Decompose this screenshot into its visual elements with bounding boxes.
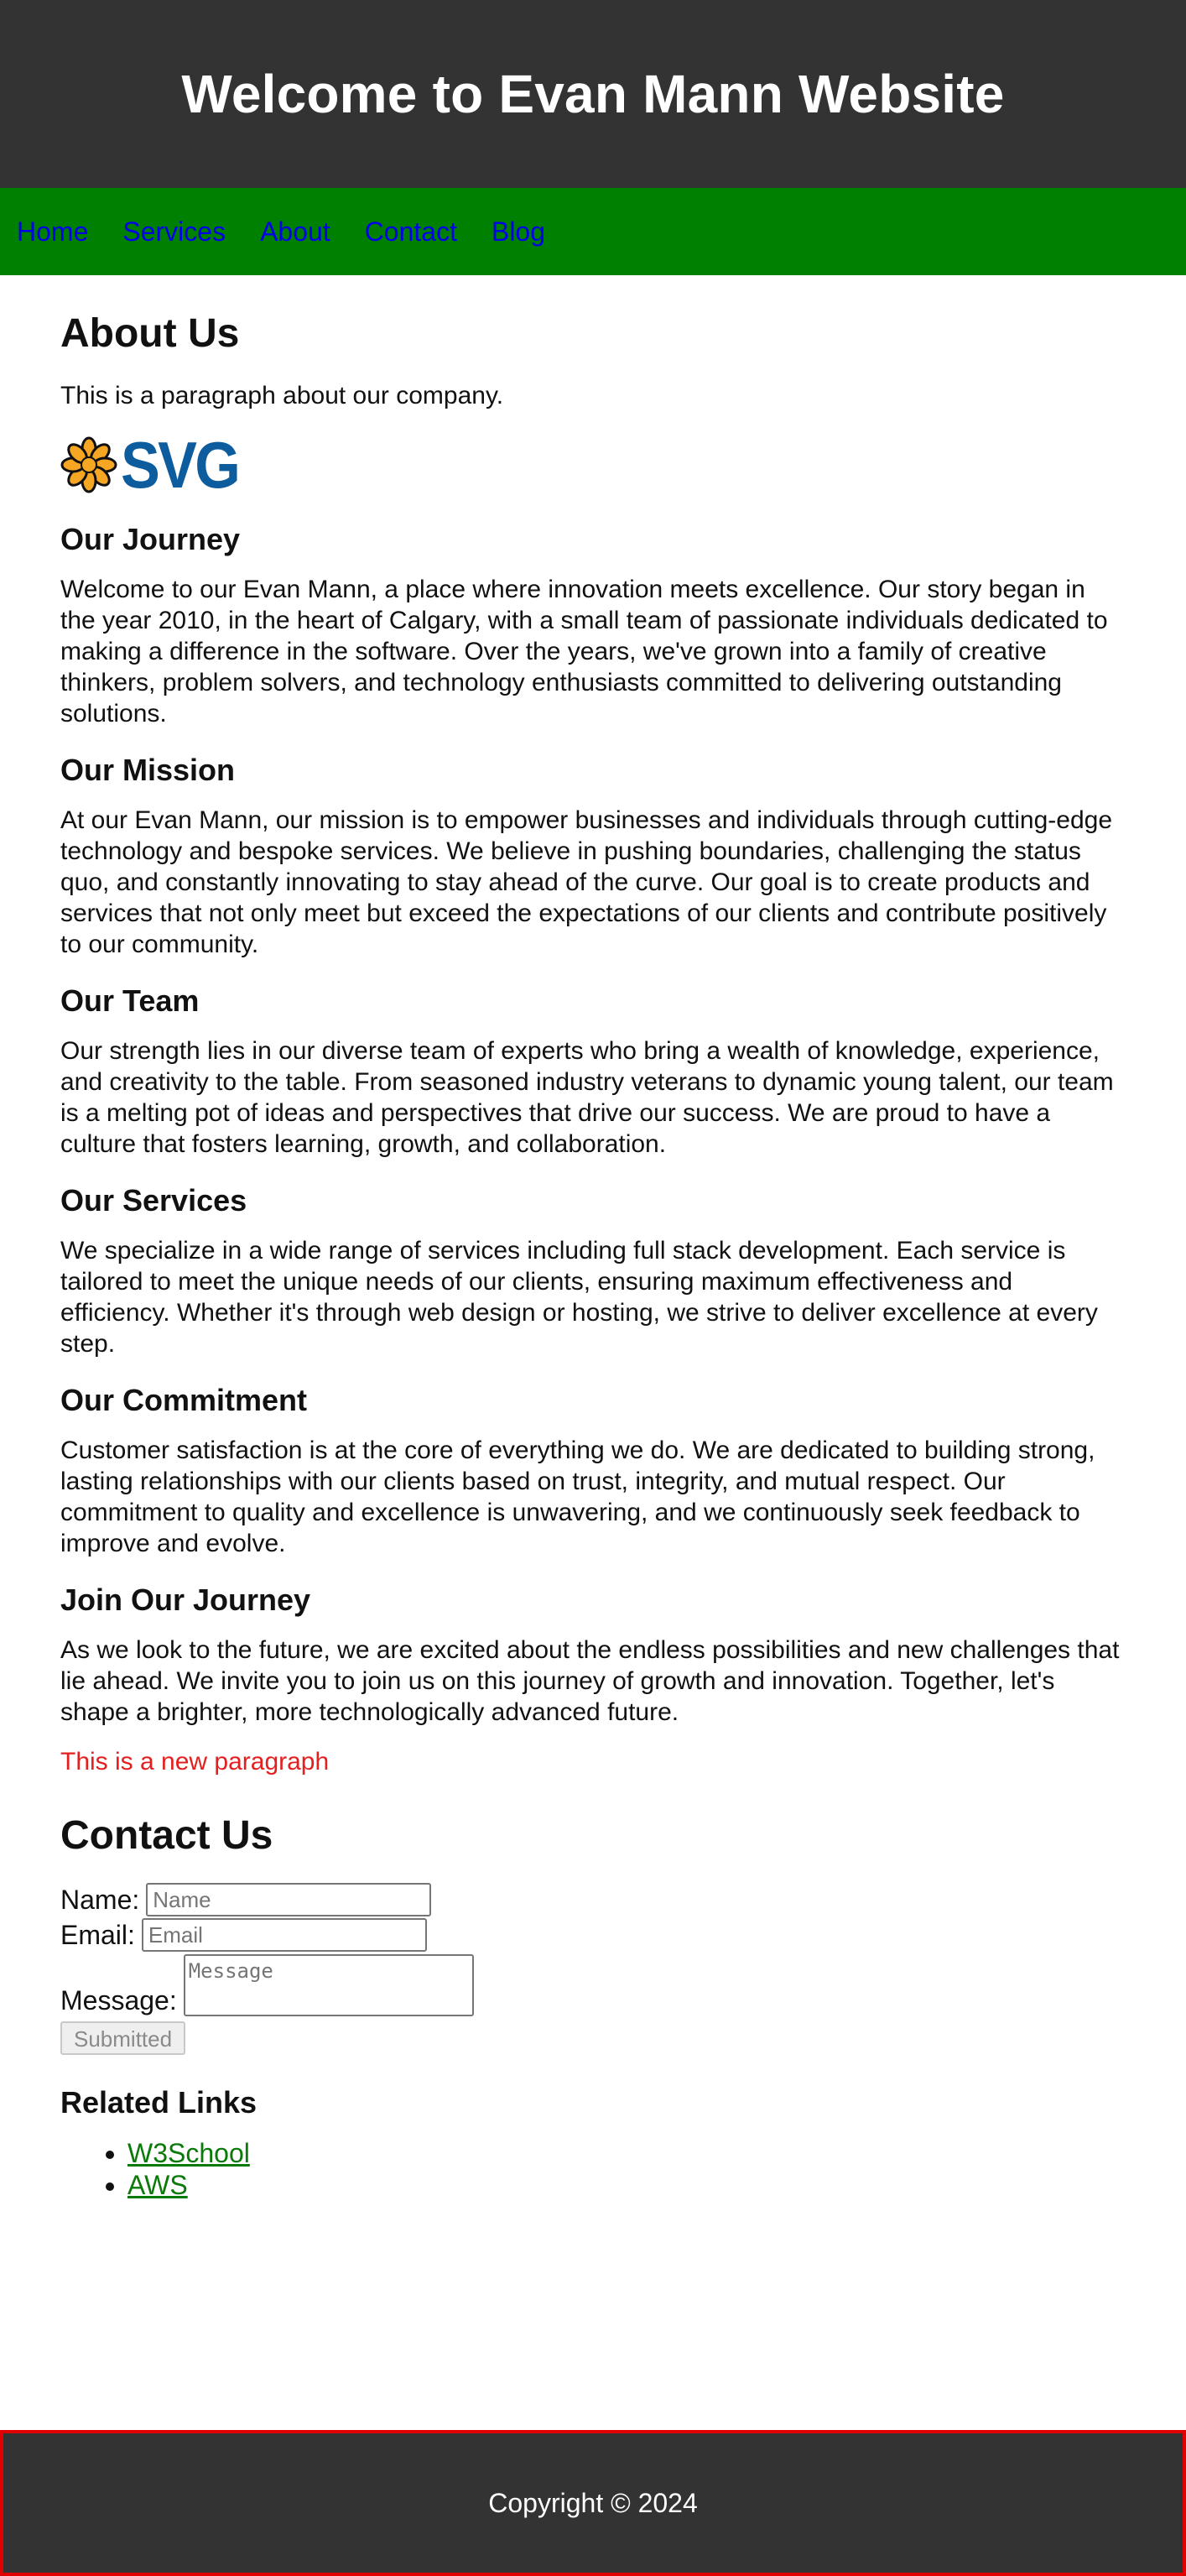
contact-title: Contact Us <box>60 1813 273 1858</box>
section-heading-commitment: Our Commitment <box>60 1383 308 1417</box>
copyright-text: Copyright © 2024 <box>488 2487 698 2518</box>
about-title: About Us <box>60 311 240 356</box>
related-links-title: Related Links <box>60 2085 257 2120</box>
new-paragraph: This is a new paragraph <box>60 1748 330 1776</box>
section-heading-services: Our Services <box>60 1183 247 1218</box>
section-heading-team: Our Team <box>60 983 200 1018</box>
message-textarea[interactable] <box>183 1954 474 2016</box>
submit-button[interactable]: Submitted <box>60 2021 186 2055</box>
name-label: Name: <box>60 1884 140 1915</box>
name-input[interactable] <box>146 1883 432 1916</box>
section-body-commitment: Customer satisfaction is at the core of … <box>60 1437 1095 1557</box>
nav-link-about[interactable]: About <box>260 216 330 248</box>
email-input[interactable] <box>141 1918 427 1952</box>
related-links: Related Links W3School AWS <box>60 2085 1126 2201</box>
main-content: About Us This is a paragraph about our c… <box>0 310 1186 2201</box>
email-label: Email: <box>60 1919 135 1950</box>
nav-link-blog[interactable]: Blog <box>492 216 545 248</box>
main-nav: Home Services About Contact Blog <box>0 188 1186 275</box>
svg-logo: SVG <box>60 428 1126 502</box>
section-body-team: Our strength lies in our diverse team of… <box>60 1037 1114 1158</box>
page-title: Welcome to Evan Mann Website <box>181 64 1005 124</box>
link-w3school[interactable]: W3School <box>127 2138 250 2168</box>
section-body-services: We specialize in a wide range of service… <box>60 1237 1098 1358</box>
section-body-mission: At our Evan Mann, our mission is to empo… <box>60 806 1113 958</box>
nav-link-home[interactable]: Home <box>17 216 88 248</box>
site-header: Welcome to Evan Mann Website <box>0 0 1186 188</box>
section-heading-journey: Our Journey <box>60 522 241 556</box>
section-body-journey: Welcome to our Evan Mann, a place where … <box>60 576 1108 727</box>
section-heading-join: Join Our Journey <box>60 1583 311 1617</box>
nav-link-services[interactable]: Services <box>122 216 226 248</box>
flower-icon <box>60 436 117 493</box>
message-label: Message: <box>60 1985 177 2015</box>
about-intro: This is a paragraph about our company. <box>60 382 504 409</box>
contact-form: Name: Email: Message: Submitted <box>60 1882 1126 2055</box>
section-heading-mission: Our Mission <box>60 753 236 787</box>
link-aws[interactable]: AWS <box>127 2170 188 2200</box>
related-links-list: W3School AWS <box>60 2137 1126 2201</box>
nav-link-contact[interactable]: Contact <box>365 216 457 248</box>
logo-text: SVG <box>121 427 241 502</box>
list-item: AWS <box>127 2169 1126 2201</box>
section-body-join: As we look to the future, we are excited… <box>60 1636 1120 1726</box>
site-footer: Copyright © 2024 <box>0 2430 1186 2576</box>
list-item: W3School <box>127 2137 1126 2169</box>
